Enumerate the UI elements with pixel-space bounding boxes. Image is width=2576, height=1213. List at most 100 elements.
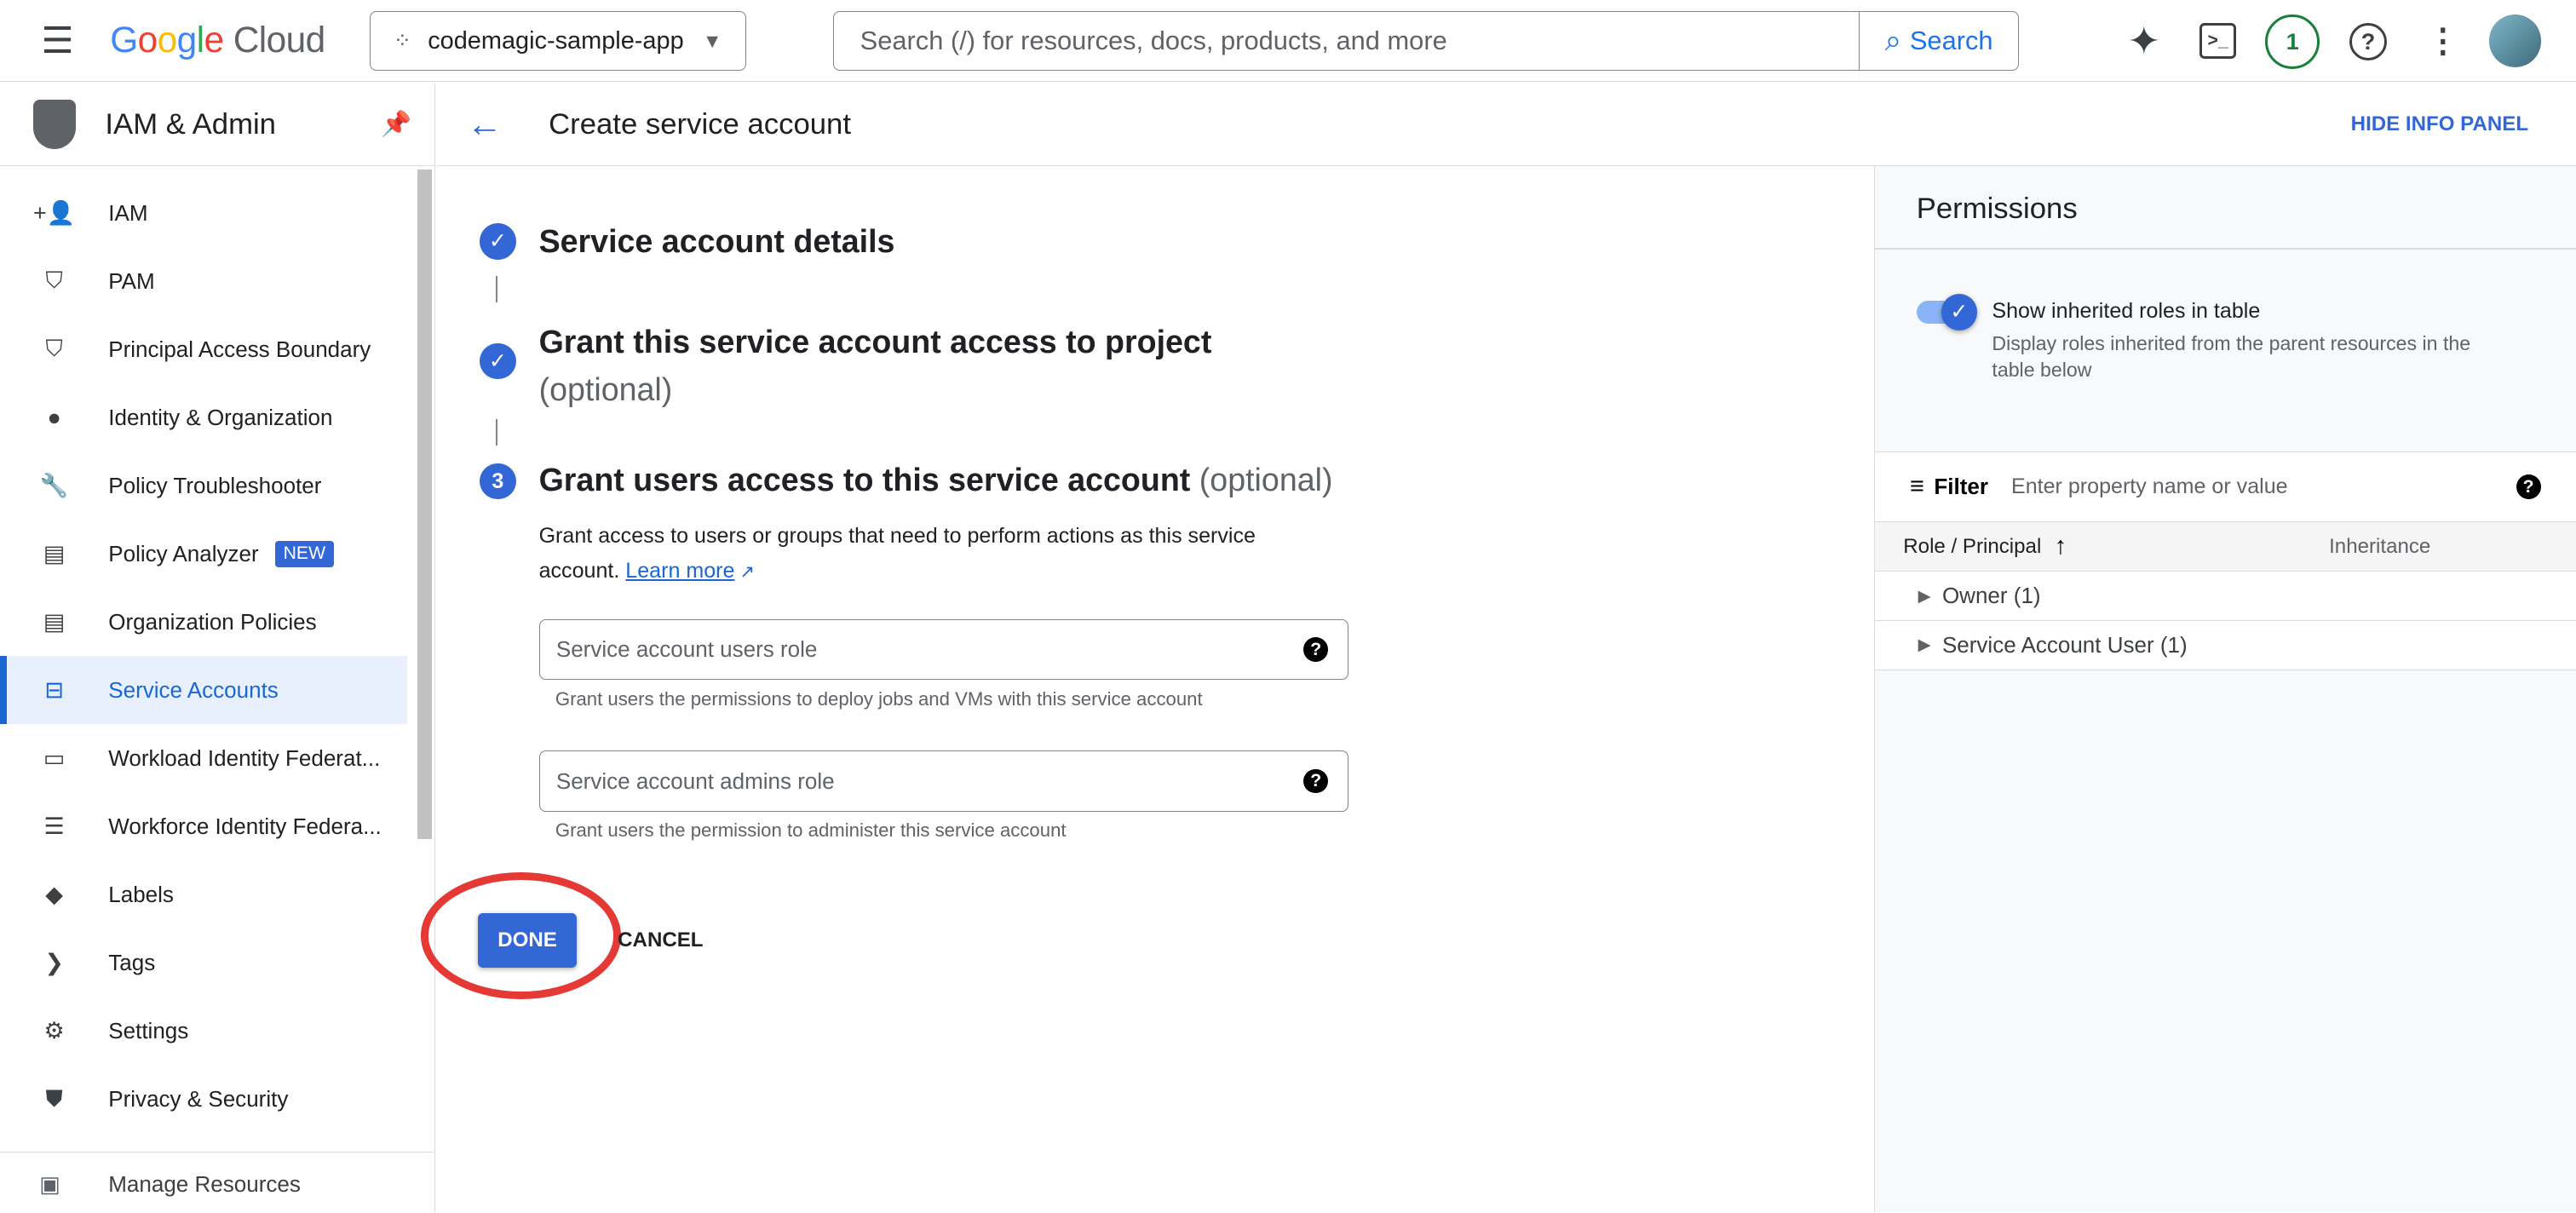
- id-card-icon: ▭: [43, 744, 66, 771]
- sidebar-item-label: Principal Access Boundary: [108, 336, 371, 362]
- sidebar-item-label: PAM: [108, 267, 155, 294]
- page-header: ← Create service account HIDE INFO PANEL: [436, 83, 2576, 166]
- filter-input[interactable]: Enter property name or value: [2011, 474, 2288, 499]
- step-complete-check-icon: ✓: [480, 343, 516, 380]
- step-3-description: Grant access to users or groups that nee…: [538, 524, 1256, 583]
- step-3-title: Grant users access to this service accou…: [538, 461, 1333, 497]
- toggle-label: Show inherited roles in table: [1992, 298, 2261, 323]
- page-title: Create service account: [549, 107, 851, 141]
- project-selector[interactable]: ⁘ codemagic-sample-app ▼: [369, 11, 746, 71]
- shield-gear-icon: ⛉: [45, 336, 63, 362]
- sidebar-item-organization-policies[interactable]: ▤ Organization Policies: [0, 588, 407, 656]
- gemini-sparkle-icon[interactable]: ✦: [2123, 19, 2165, 63]
- expand-arrow-icon[interactable]: ▶: [1918, 635, 1931, 655]
- sidebar-item-pam[interactable]: ⛉ PAM: [0, 247, 407, 315]
- sidebar-item-workforce-identity-federa[interactable]: ☰ Workforce Identity Federa...: [0, 792, 407, 860]
- sort-ascending-icon[interactable]: ↑: [2055, 532, 2067, 561]
- sidebar-item-principal-access-boundary[interactable]: ⛉ Principal Access Boundary: [0, 315, 407, 383]
- menu-icon[interactable]: ☰: [36, 20, 78, 60]
- column-inheritance: Inheritance: [2329, 534, 2431, 558]
- sidebar-item-label: Tags: [108, 950, 156, 976]
- cloud-shell-icon[interactable]: >_: [2199, 22, 2236, 60]
- sidebar-item-identity-organization[interactable]: ● Identity & Organization: [0, 383, 407, 451]
- toggle-description: Display roles inherited from the parent …: [1992, 331, 2471, 382]
- sidebar-item-label: Privacy & Security: [108, 1086, 289, 1112]
- shield-icon: ⛊: [45, 1085, 63, 1112]
- sidebar-header: IAM & Admin 📌: [0, 83, 435, 166]
- folder-icon: ▣: [39, 1171, 60, 1198]
- sidebar: IAM & Admin 📌 +👤 IAM ⛉ PAM ⛉ Principal Access…: [0, 83, 436, 1213]
- sidebar-scrollbar[interactable]: [417, 169, 433, 840]
- expand-arrow-icon[interactable]: ▶: [1918, 586, 1931, 606]
- sidebar-item-label: Settings: [108, 1018, 189, 1044]
- learn-more-link[interactable]: Learn more: [625, 559, 734, 583]
- step-1-title[interactable]: Service account details: [539, 223, 895, 260]
- service-account-users-role-input[interactable]: Service account users role?: [538, 619, 1349, 681]
- filter-bar[interactable]: ≡ Filter Enter property name or value ?: [1875, 451, 2576, 523]
- google-cloud-logo[interactable]: Google Cloud: [110, 20, 325, 60]
- field-hint: Grant users the permission to administer…: [555, 819, 1067, 842]
- project-icon: ⁘: [393, 29, 411, 54]
- help-icon[interactable]: ?: [2516, 474, 2541, 500]
- help-icon[interactable]: ?: [1303, 637, 1329, 663]
- list-document-icon: ▤: [43, 608, 66, 635]
- sidebar-item-policy-troubleshooter[interactable]: 🔧 Policy Troubleshooter: [0, 451, 407, 520]
- sidebar-item-label: Organization Policies: [108, 608, 317, 635]
- back-arrow-icon[interactable]: ←: [467, 104, 503, 145]
- cancel-button[interactable]: CANCEL: [618, 928, 703, 952]
- sidebar-item-iam[interactable]: +👤 IAM: [0, 179, 407, 247]
- service-account-admins-role-input[interactable]: Service account admins role?: [538, 750, 1349, 812]
- sidebar-item-workload-identity-federat[interactable]: ▭ Workload Identity Federat...: [0, 724, 407, 792]
- help-icon[interactable]: ?: [2349, 22, 2388, 61]
- sidebar-item-label: Policy Analyzer: [108, 540, 259, 566]
- shield-lock-icon: ⛉: [45, 267, 63, 294]
- table-row[interactable]: ▶ Owner (1): [1875, 572, 2576, 621]
- step-connector: [496, 418, 498, 446]
- sidebar-item-label: Workforce Identity Federa...: [108, 813, 382, 839]
- more-vert-icon[interactable]: ⋮: [2426, 21, 2459, 60]
- sidebar-item-settings[interactable]: ⚙ Settings: [0, 997, 407, 1066]
- list-icon: ☰: [43, 813, 65, 839]
- wrench-icon: 🔧: [39, 473, 69, 499]
- sidebar-item-label: Labels: [108, 882, 174, 908]
- sidebar-item-labels[interactable]: ◆ Labels: [0, 861, 407, 929]
- sidebar-item-manage-resources[interactable]: ▣ Manage Resources: [0, 1151, 434, 1212]
- dropdown-arrow-icon: ▼: [702, 29, 722, 52]
- pin-icon[interactable]: 📌: [381, 110, 411, 139]
- iam-shield-icon: [32, 100, 76, 149]
- sidebar-title: IAM & Admin: [105, 107, 276, 141]
- hide-info-panel-button[interactable]: HIDE INFO PANEL: [2351, 112, 2528, 136]
- external-link-icon: ↗: [734, 561, 756, 582]
- step-2-title[interactable]: Grant this service account access to pro…: [539, 319, 1212, 414]
- sidebar-item-label: IAM: [108, 199, 148, 226]
- search-icon: ⌕: [1884, 24, 1902, 57]
- top-bar: ☰ Google Cloud ⁘ codemagic-sample-app ▼ …: [0, 0, 2576, 83]
- filter-icon: ≡: [1909, 473, 1924, 501]
- table-row[interactable]: ▶ Service Account User (1): [1875, 620, 2576, 670]
- gear-icon: ⚙: [43, 1018, 65, 1044]
- project-name: codemagic-sample-app: [428, 26, 684, 55]
- step-connector: [496, 275, 498, 302]
- search-bar[interactable]: Search (/) for resources, docs, products…: [832, 11, 2020, 71]
- sidebar-item-service-accounts[interactable]: ⊟ Service Accounts: [0, 656, 408, 726]
- search-input[interactable]: Search (/) for resources, docs, products…: [834, 26, 1859, 56]
- step-number-badge: 3: [480, 463, 516, 500]
- label-icon: ◆: [45, 882, 64, 908]
- sidebar-item-tags[interactable]: ❯ Tags: [0, 929, 407, 997]
- avatar[interactable]: [2488, 14, 2542, 68]
- sidebar-item-label: Identity & Organization: [108, 404, 333, 430]
- sidebar-item-label: Service Accounts: [108, 676, 279, 703]
- notifications-badge[interactable]: 1: [2265, 14, 2320, 69]
- sidebar-item-label: Policy Troubleshooter: [108, 472, 322, 498]
- sidebar-item-policy-analyzer[interactable]: ▤ Policy Analyzer NEW: [0, 520, 407, 588]
- search-button[interactable]: ⌕ Search: [1859, 12, 2018, 70]
- panel-title: Permissions: [1916, 192, 2078, 225]
- column-role-principal[interactable]: Role / Principal: [1903, 535, 2041, 559]
- toggle-check-icon[interactable]: ✓: [1941, 294, 1978, 331]
- help-icon[interactable]: ?: [1303, 768, 1329, 794]
- new-badge: NEW: [274, 540, 334, 568]
- sidebar-item-privacy-security[interactable]: ⛊ Privacy & Security: [0, 1066, 407, 1134]
- person-add-icon: +👤: [32, 200, 76, 227]
- table-header: Role / Principal ↑ Inheritance: [1875, 522, 2576, 572]
- done-button[interactable]: DONE: [478, 913, 577, 968]
